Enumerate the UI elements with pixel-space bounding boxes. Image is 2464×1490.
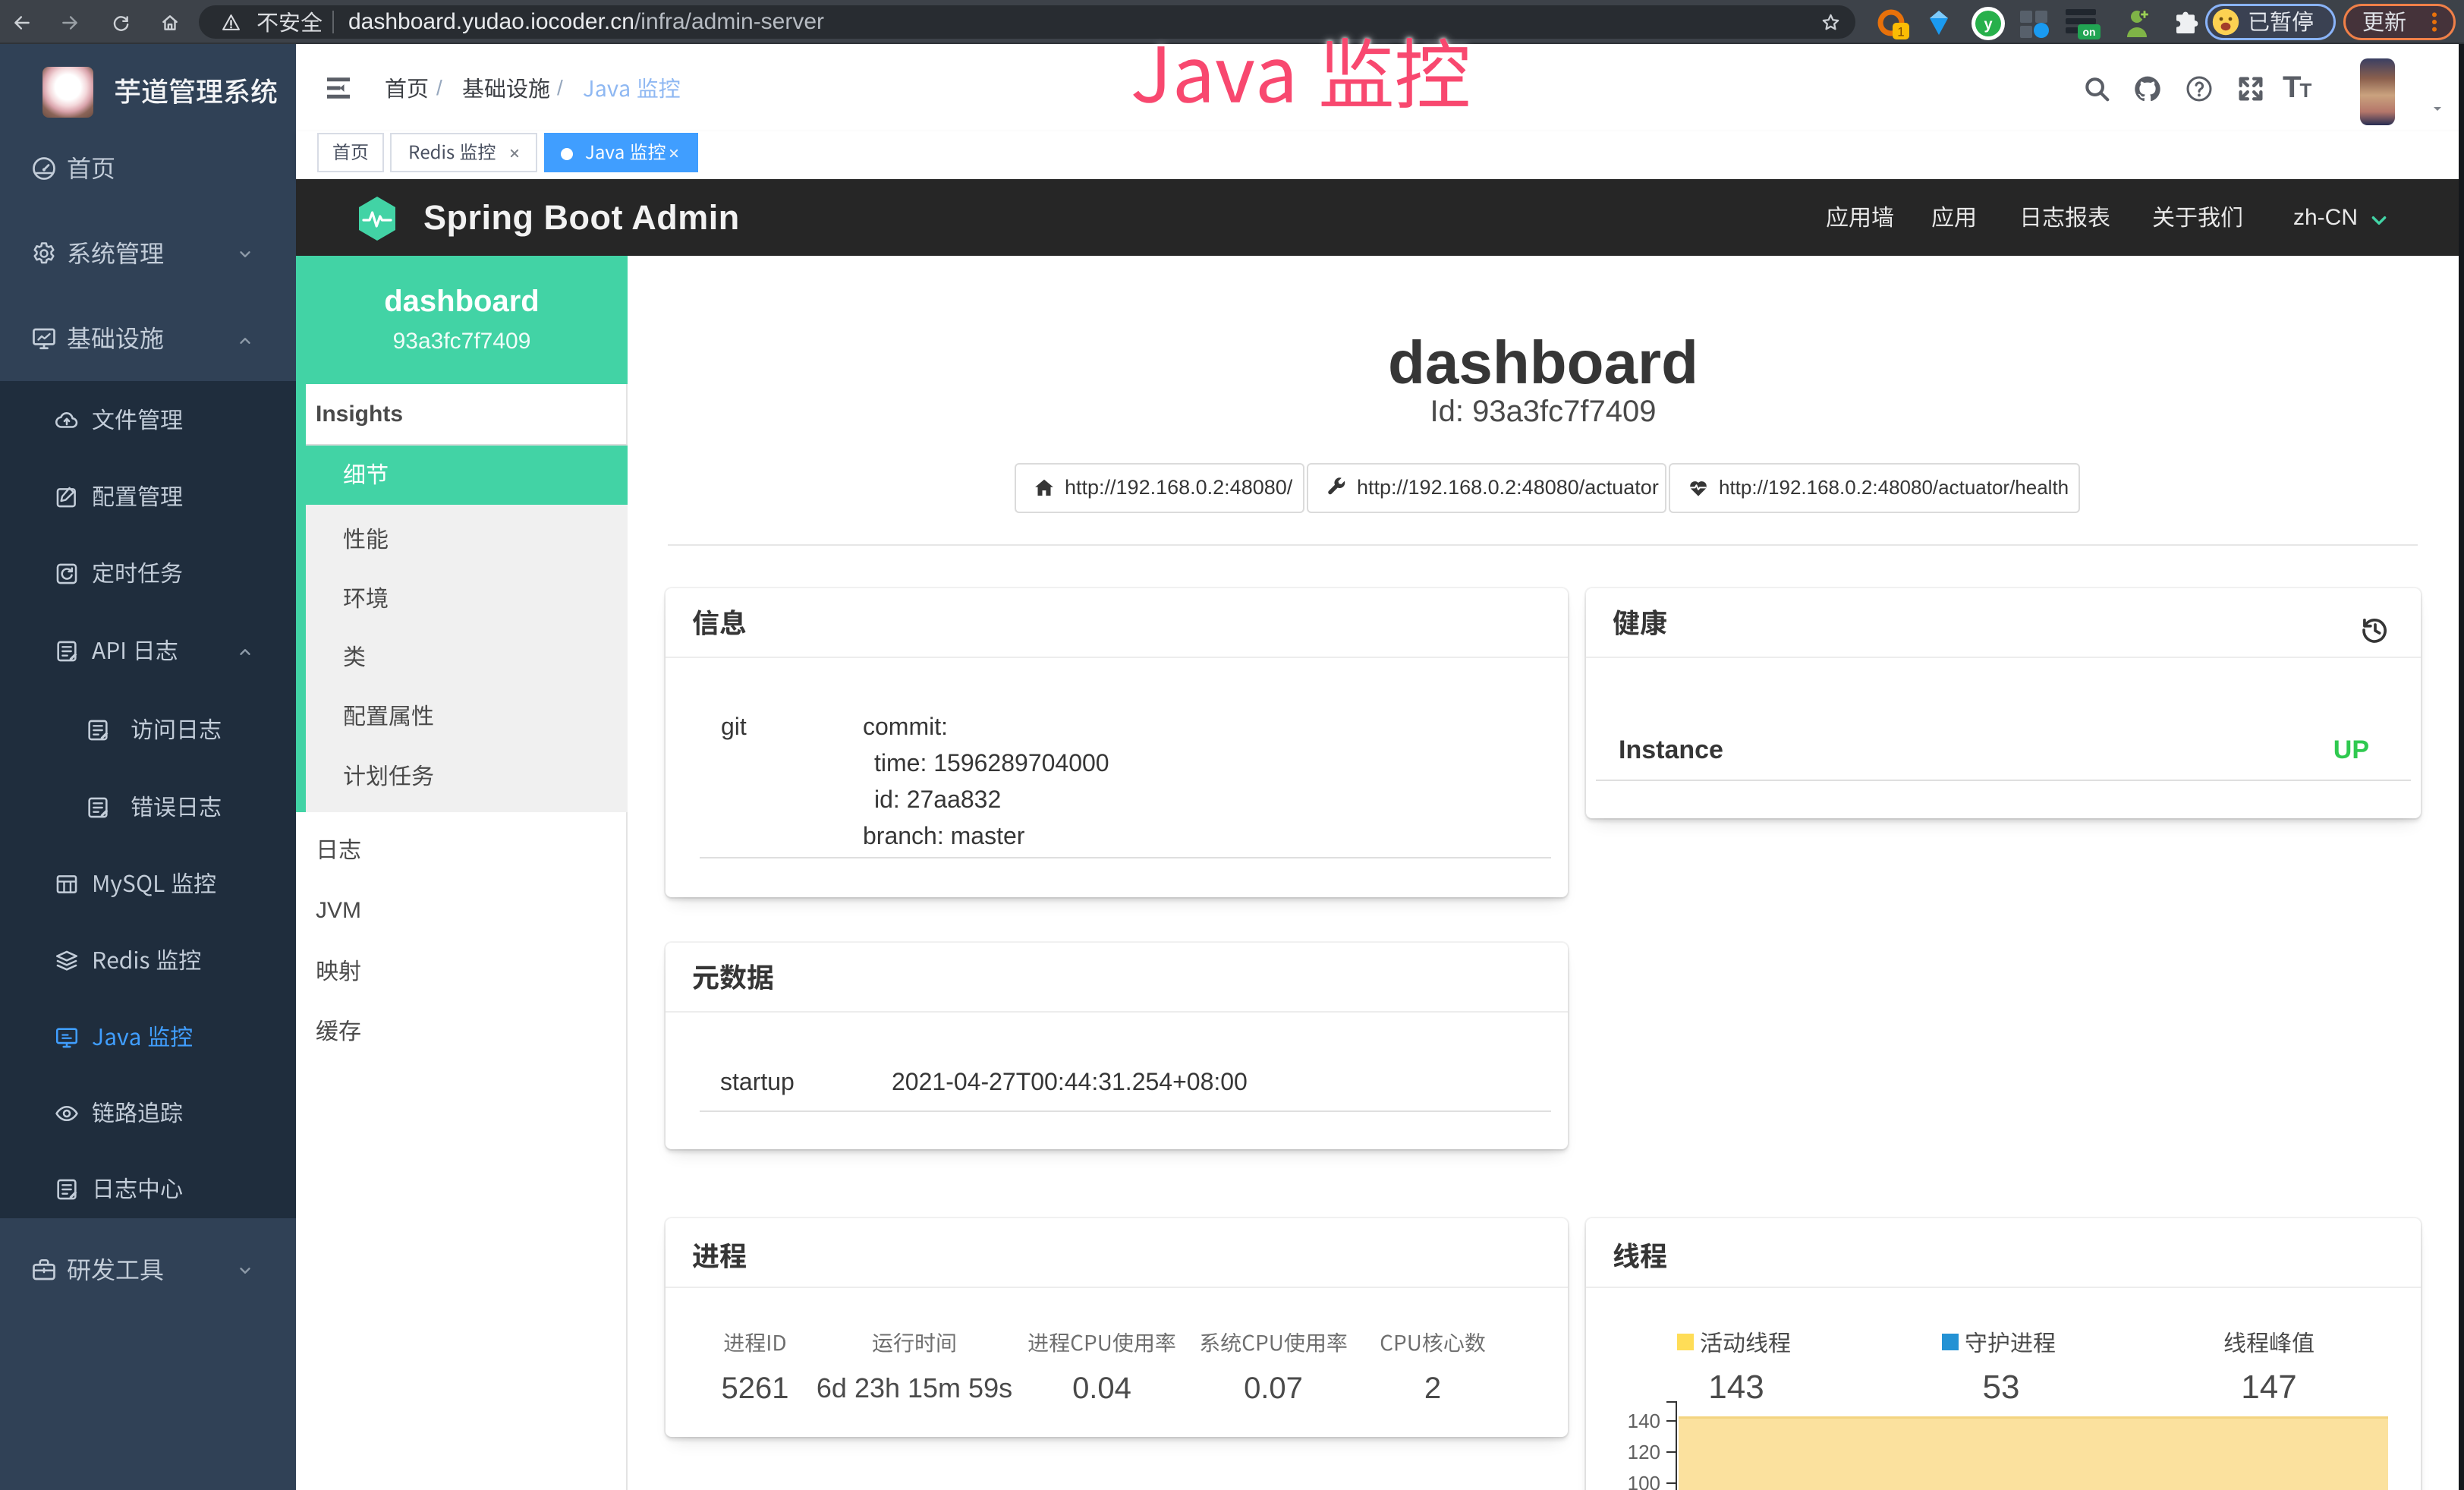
svg-text:on: on	[2082, 26, 2095, 38]
svg-text:1: 1	[1897, 25, 1904, 39]
svg-text:y: y	[1984, 16, 1993, 33]
